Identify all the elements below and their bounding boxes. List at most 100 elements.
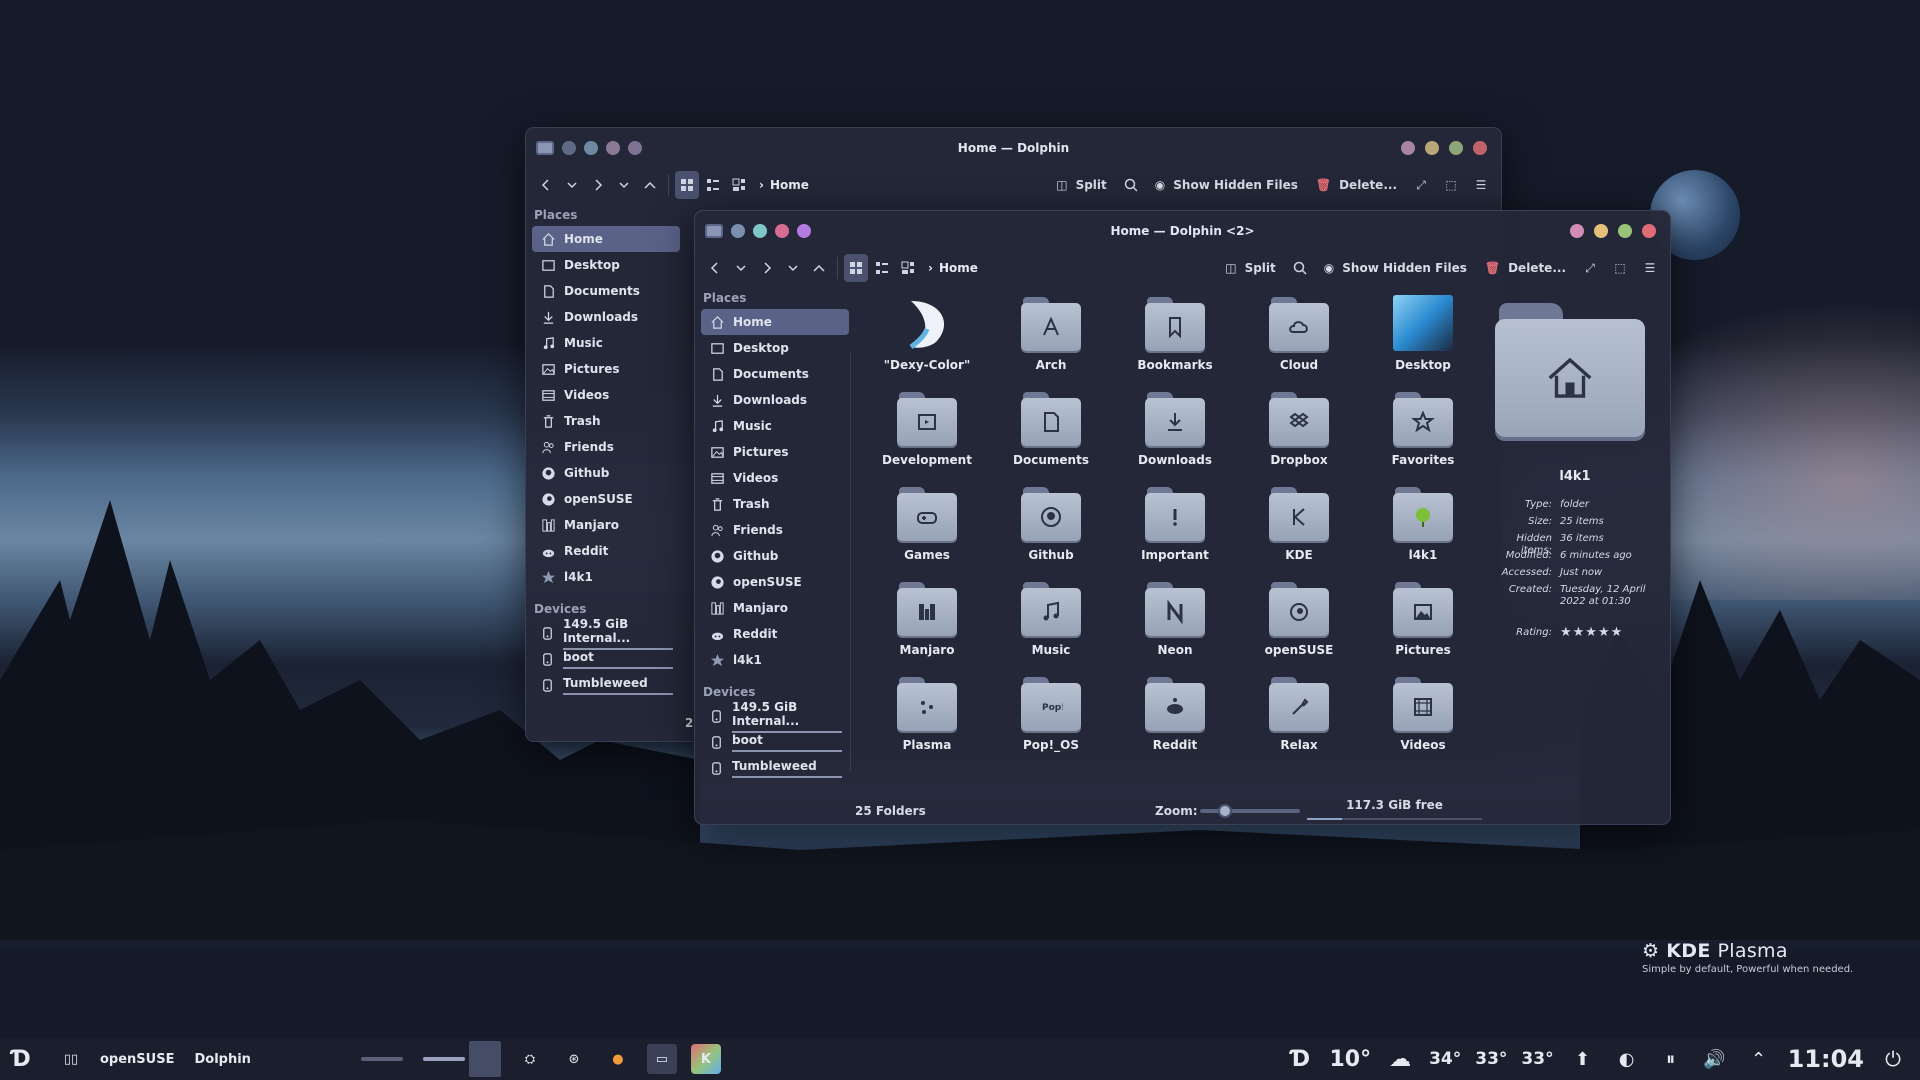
firefox-icon[interactable]: ● xyxy=(603,1044,633,1074)
breadcrumb[interactable]: › Home xyxy=(928,261,978,275)
forward-history-button[interactable] xyxy=(612,171,636,199)
virtual-desktop-1[interactable] xyxy=(360,1057,403,1061)
select-button[interactable]: ⬚ xyxy=(1608,254,1632,282)
back-history-button[interactable] xyxy=(729,254,753,282)
search-button[interactable] xyxy=(1119,171,1143,199)
dot-icon[interactable] xyxy=(731,224,745,238)
folder-item-dropbox[interactable]: Dropbox xyxy=(1237,386,1361,481)
folder-item-neon[interactable]: Neon xyxy=(1113,576,1237,671)
place-item-videos[interactable]: Videos xyxy=(701,465,849,491)
power-icon[interactable]: ⏻ xyxy=(1878,1044,1908,1074)
split-button[interactable]: ◫ Split xyxy=(1050,171,1113,199)
close-button[interactable] xyxy=(1642,224,1656,238)
place-item-reddit[interactable]: Reddit xyxy=(532,538,680,564)
folder-item-pop-os[interactable]: Pop! Pop!_OS xyxy=(989,671,1113,766)
system-settings-icon[interactable]: ⊛ xyxy=(559,1044,589,1074)
forward-button[interactable] xyxy=(755,254,779,282)
place-item-videos[interactable]: Videos xyxy=(532,382,680,408)
folder-item-arch[interactable]: Arch xyxy=(989,291,1113,386)
device-item[interactable]: boot xyxy=(532,646,680,672)
place-item-friends[interactable]: Friends xyxy=(701,517,849,543)
details-view-button[interactable] xyxy=(727,171,751,199)
clock[interactable]: 11:04 xyxy=(1788,1045,1864,1073)
dolphin-task-icon[interactable]: ▭ xyxy=(646,1044,677,1074)
place-item-github[interactable]: Github xyxy=(701,543,849,569)
show-hidden-files-button[interactable]: ◉ Show Hidden Files xyxy=(1149,171,1304,199)
place-item-documents[interactable]: Documents xyxy=(532,278,680,304)
folder-item-dexy-color[interactable]: "Dexy-Color" xyxy=(865,291,989,386)
folder-item-bookmarks[interactable]: Bookmarks xyxy=(1113,291,1237,386)
maximize-button[interactable] xyxy=(1449,141,1463,155)
sensor-temp-3[interactable]: 33° xyxy=(1521,1049,1553,1069)
place-item-music[interactable]: Music xyxy=(532,330,680,356)
folder-item-manjaro[interactable]: Manjaro xyxy=(865,576,989,671)
place-item-downloads[interactable]: Downloads xyxy=(701,387,849,413)
sensor-temp-2[interactable]: 33° xyxy=(1475,1049,1507,1069)
icons-view-button[interactable] xyxy=(675,171,699,199)
place-item-github[interactable]: Github xyxy=(532,460,680,486)
minimize-button[interactable] xyxy=(1594,224,1608,238)
breadcrumb[interactable]: › Home xyxy=(759,178,809,192)
rating-stars[interactable]: ★★★★★ xyxy=(1560,626,1665,639)
folder-item-plasma[interactable]: Plasma xyxy=(865,671,989,766)
device-item[interactable]: 149.5 GiB Internal... xyxy=(701,700,849,733)
shade-button[interactable] xyxy=(1401,141,1415,155)
place-item-downloads[interactable]: Downloads xyxy=(532,304,680,330)
distro-logo-icon[interactable]: Ɗ xyxy=(1285,1044,1315,1074)
device-item[interactable]: Tumbleweed xyxy=(532,672,680,698)
maximize-button[interactable] xyxy=(1618,224,1632,238)
pager-icon[interactable]: ▯▯ xyxy=(56,1044,86,1074)
dot-icon[interactable] xyxy=(628,141,642,155)
show-hidden-files-button[interactable]: ◉ Show Hidden Files xyxy=(1318,254,1473,282)
virtual-desktop-3[interactable] xyxy=(468,1041,501,1077)
minimize-button[interactable] xyxy=(1425,141,1439,155)
dot-icon[interactable] xyxy=(753,224,767,238)
folder-item-reddit[interactable]: Reddit xyxy=(1113,671,1237,766)
compact-view-button[interactable] xyxy=(870,254,894,282)
place-item-pictures[interactable]: Pictures xyxy=(532,356,680,382)
folder-item-videos[interactable]: Videos xyxy=(1361,671,1485,766)
search-button[interactable] xyxy=(1288,254,1312,282)
select-button[interactable]: ⬚ xyxy=(1439,171,1463,199)
hamburger-menu-button[interactable]: ☰ xyxy=(1469,171,1493,199)
krita-icon[interactable]: K xyxy=(690,1044,721,1074)
folder-item-games[interactable]: Games xyxy=(865,481,989,576)
night-color-icon[interactable]: ◐ xyxy=(1612,1044,1642,1074)
dot-icon[interactable] xyxy=(606,141,620,155)
updates-icon[interactable]: ⬆ xyxy=(1568,1044,1598,1074)
icons-view-button[interactable] xyxy=(844,254,868,282)
place-item-manjaro[interactable]: Manjaro xyxy=(532,512,680,538)
folder-item-favorites[interactable]: Favorites xyxy=(1361,386,1485,481)
virtual-desktop-2[interactable] xyxy=(422,1057,465,1061)
split-button[interactable]: ◫ Split xyxy=(1219,254,1282,282)
place-item-manjaro[interactable]: Manjaro xyxy=(701,595,849,621)
up-button[interactable] xyxy=(807,254,831,282)
place-item-opensuse[interactable]: openSUSE xyxy=(701,569,849,595)
device-item[interactable]: boot xyxy=(701,729,849,755)
folder-item-l4k1[interactable]: l4k1 xyxy=(1361,481,1485,576)
place-item-home[interactable]: Home xyxy=(701,309,849,335)
folder-item-downloads[interactable]: Downloads xyxy=(1113,386,1237,481)
place-item-music[interactable]: Music xyxy=(701,413,849,439)
folder-item-important[interactable]: Important xyxy=(1113,481,1237,576)
place-item-reddit[interactable]: Reddit xyxy=(701,621,849,647)
place-item-l4k1[interactable]: l4k1 xyxy=(701,647,849,673)
folder-item-opensuse[interactable]: openSUSE xyxy=(1237,576,1361,671)
place-item-opensuse[interactable]: openSUSE xyxy=(532,486,680,512)
fullscreen-button[interactable]: ⤢ xyxy=(1409,171,1433,199)
back-button[interactable] xyxy=(703,254,727,282)
dolphin-window-front[interactable]: Home — Dolphin <2> › Home ◫ Split ◉ Show Hi… xyxy=(694,210,1671,825)
place-item-trash[interactable]: Trash xyxy=(701,491,849,517)
weather-temperature[interactable]: 10° xyxy=(1329,1047,1371,1072)
place-item-pictures[interactable]: Pictures xyxy=(701,439,849,465)
breadcrumb-home[interactable]: Home xyxy=(939,261,978,275)
delete-button[interactable]: 🗑 Delete... xyxy=(1479,254,1572,282)
hamburger-menu-button[interactable]: ☰ xyxy=(1638,254,1662,282)
back-history-button[interactable] xyxy=(560,171,584,199)
compact-view-button[interactable] xyxy=(701,171,725,199)
forward-history-button[interactable] xyxy=(781,254,805,282)
place-item-friends[interactable]: Friends xyxy=(532,434,680,460)
folder-item-kde[interactable]: KDE xyxy=(1237,481,1361,576)
pager-label[interactable]: openSUSE xyxy=(100,1052,174,1067)
breadcrumb-home[interactable]: Home xyxy=(770,178,809,192)
